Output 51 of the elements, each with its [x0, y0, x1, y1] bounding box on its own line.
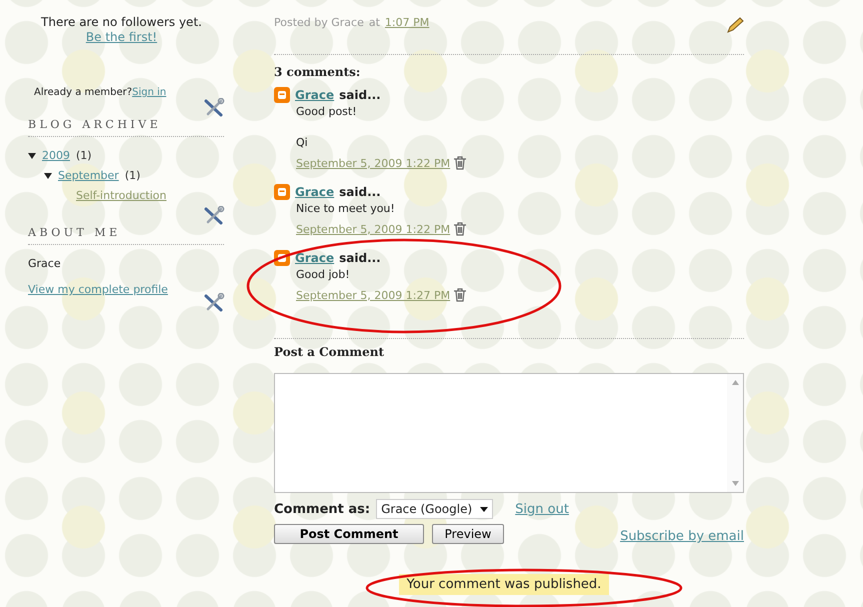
comment-text: Nice to meet you! — [296, 202, 396, 215]
sign-in-link[interactable]: Sign in — [132, 87, 166, 98]
said-text: said... — [339, 88, 381, 102]
triangle-icon[interactable] — [28, 152, 36, 160]
author-link[interactable]: Grace — [295, 251, 334, 265]
said-text: said... — [339, 185, 381, 199]
profile-link[interactable]: View my complete profile — [28, 283, 168, 296]
post-time-link[interactable]: 1:07 PM — [384, 16, 430, 28]
archive-count: (1) — [76, 148, 92, 164]
subscribe-link[interactable]: Subscribe by email — [620, 529, 744, 544]
post-comment-button[interactable]: Post Comment — [274, 524, 424, 544]
archive-count: (1) — [124, 168, 140, 184]
archive-link[interactable]: September — [58, 166, 119, 186]
said-text: said... — [339, 251, 381, 265]
comments-heading: 3 comments: — [274, 54, 744, 79]
comment-text: Qi — [296, 136, 309, 149]
at-text: at — [368, 16, 380, 28]
tools-icon[interactable] — [203, 98, 225, 118]
about-heading: ABOUT ME — [28, 226, 224, 245]
member-text: Already a member? — [34, 87, 132, 98]
tools-icon[interactable] — [203, 206, 225, 226]
timestamp-link[interactable]: September 5, 2009 1:22 PM — [296, 222, 450, 236]
triangle-icon[interactable] — [44, 172, 52, 180]
author-link[interactable]: Grace — [295, 88, 334, 102]
trash-icon[interactable] — [453, 156, 468, 170]
blogger-icon — [274, 184, 290, 200]
identity-dropdown[interactable]: Grace (Google) — [376, 499, 494, 519]
comment-as-label: Comment as: — [274, 502, 370, 516]
post-comment-heading: Post a Comment — [274, 345, 385, 359]
author-name: Grace — [28, 257, 62, 270]
blogger-icon — [274, 87, 290, 103]
posted-by-text: Posted by Grace — [274, 16, 364, 28]
pencil-icon[interactable] — [726, 16, 746, 34]
trash-icon[interactable] — [453, 222, 468, 236]
author-link[interactable]: Grace — [295, 185, 334, 199]
comment-text: Good post! — [296, 105, 358, 118]
sign-out-link[interactable]: Sign out — [515, 502, 569, 516]
trash-icon[interactable] — [453, 288, 468, 302]
comment-field[interactable] — [274, 373, 744, 493]
archive-heading: BLOG ARCHIVE — [28, 118, 224, 137]
timestamp-link[interactable]: September 5, 2009 1:27 PM — [296, 288, 450, 302]
archive-link[interactable]: 2009 — [42, 146, 70, 166]
caret-icon — [480, 506, 488, 512]
post-link[interactable]: Self-introduction — [76, 189, 166, 202]
tools-icon[interactable] — [203, 293, 225, 313]
timestamp-link[interactable]: September 5, 2009 1:22 PM — [296, 156, 450, 170]
published-notice: Your comment was published. — [398, 574, 610, 595]
preview-button[interactable]: Preview — [432, 524, 504, 544]
followers-text: There are no followers yet. — [41, 15, 202, 30]
comment-text: Good job! — [296, 268, 351, 281]
be-first-link[interactable]: Be the first! — [86, 30, 158, 45]
